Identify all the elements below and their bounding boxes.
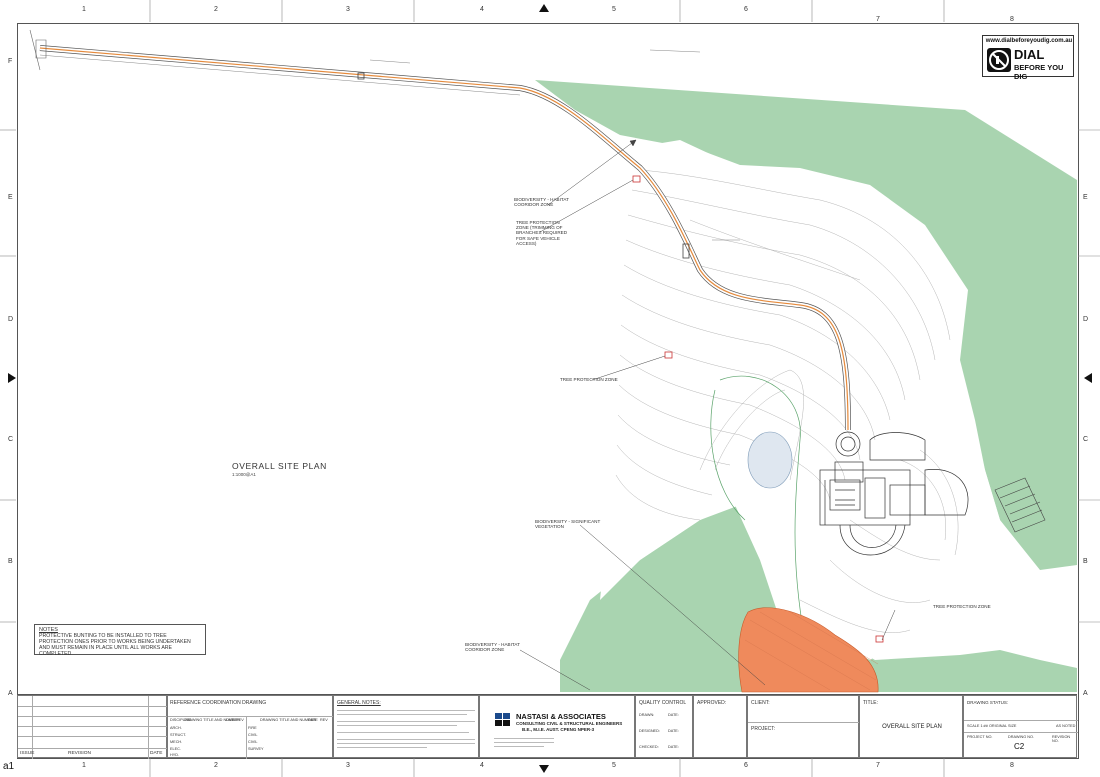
company-sub1: CONSULTING CIVIL & STRUCTURAL ENGINEERS xyxy=(516,721,623,726)
logo-line1: DIAL xyxy=(1014,47,1045,62)
revision-area: ISSUE REVISION DATE xyxy=(17,695,168,759)
reference-coordination: REFERENCE COORDINATION DRAWING DISCIPLIN… xyxy=(167,695,334,759)
approved-label: APPROVED: xyxy=(697,700,727,706)
company-sub2: B.E., M.I.E. AUST. CPENG NPER-3 xyxy=(522,727,595,732)
ref-col-date: DATE xyxy=(226,718,236,722)
client-label: CLIENT: xyxy=(751,700,770,706)
ref-col-rev-2: REV xyxy=(320,718,328,722)
ref-col-rev: REV xyxy=(236,718,244,722)
drawn-label: DRAWN: xyxy=(639,713,655,717)
revision-no-label: REVISION NO. xyxy=(1052,735,1071,743)
dial-before-you-dig-logo: www.dialbeforeyoudig.com.au DIAL BEFORE … xyxy=(982,35,1074,81)
disc-elec: ELEC. xyxy=(170,747,181,751)
disc-fire: FIRE xyxy=(248,726,257,730)
general-notes: GENERAL NOTES: xyxy=(333,695,479,758)
approved-block: APPROVED: xyxy=(693,695,747,758)
scale-value: AS NOTED xyxy=(1056,724,1076,728)
notes-body: PROTECTIVE BUNTING TO BE INSTALLED TO TR… xyxy=(39,633,191,657)
label-biodiversity-habitat-bottom: BIODIVERSITY - HABITAT COORIDOR ZONE xyxy=(465,642,520,653)
company-logo-mark xyxy=(495,713,511,727)
revision-label: REVISION xyxy=(68,751,91,756)
logo-icon xyxy=(987,48,1011,72)
drawing-no-label: DRAWING NO. xyxy=(1008,735,1035,739)
issue-label: ISSUE xyxy=(20,751,35,756)
project-no-label: PROJECT NO. xyxy=(967,735,993,739)
company-name: NASTASI & ASSOCIATES xyxy=(516,712,606,721)
title-block: ISSUE REVISION DATE REFERENCE COORDINATI… xyxy=(17,694,1078,759)
plan-scale: 1:1000@A1 xyxy=(232,472,256,477)
drawn-date: DATE: xyxy=(668,713,679,717)
sheet-title: OVERALL SITE PLAN xyxy=(882,724,942,730)
general-notes-heading: GENERAL NOTES: xyxy=(337,700,381,706)
site-plan-drawing xyxy=(29,29,1077,693)
label-tree-protection-right: TREE PROTECTION ZONE xyxy=(933,604,991,609)
project-label: PROJECT: xyxy=(751,726,776,732)
checked-date: DATE: xyxy=(668,745,679,749)
title-label: TITLE: xyxy=(863,700,879,706)
logo-url: www.dialbeforeyoudig.com.au xyxy=(985,38,1073,44)
client-project: CLIENT: PROJECT: xyxy=(747,695,860,758)
disc-arch: ARCH. xyxy=(170,726,182,730)
quality-control: QUALITY CONTROL DRAWN: DATE: DESIGNED: D… xyxy=(635,695,693,758)
quality-control-heading: QUALITY CONTROL xyxy=(639,700,687,706)
no-dig-icon xyxy=(989,50,1009,70)
label-biodiversity-vegetation: BIODIVERSITY - SIGNIFICANT VEGETATION xyxy=(535,519,601,530)
plan-title: OVERALL SITE PLAN xyxy=(232,461,327,471)
notes-box: NOTES PROTECTIVE BUNTING TO BE INSTALLED… xyxy=(34,624,206,657)
date-label: DATE xyxy=(150,751,163,756)
checked-label: CHECKED: xyxy=(639,745,659,749)
label-biodiversity-habitat-top: BIODIVERSITY - HABITAT COORIDOR ZONE xyxy=(514,197,569,208)
scale-label: SCALE 1:## ORIGINAL SIZE xyxy=(967,724,1017,728)
disc-mech: MECH. xyxy=(170,740,183,744)
disc-survey: SURVEY xyxy=(248,747,264,751)
label-tree-protection-trimming: TREE PROTECTION ZONE (TRIMMING OF BRANCH… xyxy=(516,220,568,246)
label-tree-protection-mid: TREE PROTECTION ZONE xyxy=(560,377,618,382)
drawing-status-label: DRAWING STATUS: xyxy=(967,700,1009,705)
sheet-size-mark: a1 xyxy=(3,761,15,772)
ref-col-date-2: DATE xyxy=(308,718,318,722)
designed-date: DATE: xyxy=(668,729,679,733)
company-block: NASTASI & ASSOCIATES CONSULTING CIVIL & … xyxy=(479,695,635,758)
disc-struct: STRUCT. xyxy=(170,733,187,737)
reference-heading: REFERENCE COORDINATION DRAWING xyxy=(170,700,267,706)
dam xyxy=(747,431,793,489)
disc-civil-2: CIVIL xyxy=(248,740,258,744)
disc-civil-1: CIVIL xyxy=(248,733,258,737)
drawing-number: C2 xyxy=(1014,742,1025,751)
title-cell: TITLE: OVERALL SITE PLAN xyxy=(859,695,963,758)
disc-hyd: HYD. xyxy=(170,753,180,757)
designed-label: DESIGNED: xyxy=(639,729,660,733)
logo-line2: BEFORE YOU DIG xyxy=(1014,63,1064,81)
drawing-status: DRAWING STATUS: SCALE 1:## ORIGINAL SIZE… xyxy=(963,695,1078,758)
